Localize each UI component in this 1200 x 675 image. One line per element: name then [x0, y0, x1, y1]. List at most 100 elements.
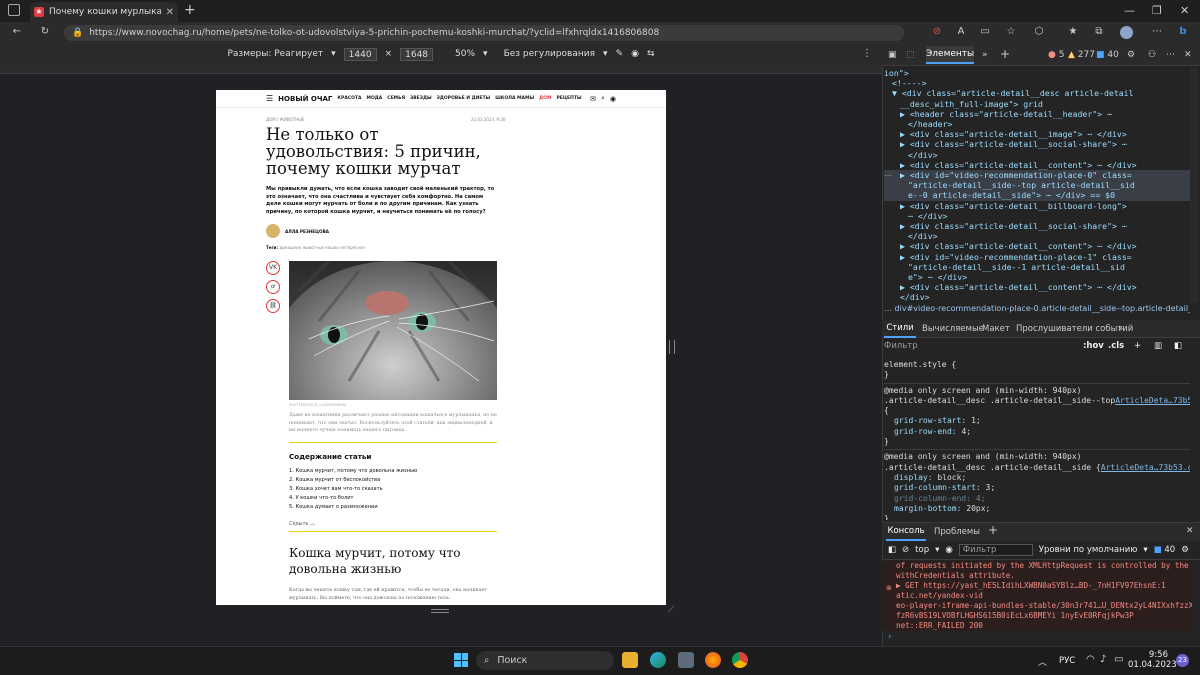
bottom-resize-handle[interactable]: [431, 609, 449, 613]
restore-icon[interactable]: ❐: [1152, 4, 1162, 17]
inspect-icon[interactable]: ⬚: [906, 50, 915, 60]
dom-node-line[interactable]: ▶ <div class="article-detail__content"> …: [884, 241, 1190, 251]
dom-node-line[interactable]: ▶ <header class="article-detail__header"…: [884, 109, 1190, 119]
add-tab-icon[interactable]: +: [1000, 47, 1010, 61]
source-link[interactable]: ArticleDeta…73b53.css:1: [1115, 396, 1190, 406]
toc-item[interactable]: 4. У кошки что-то болит: [289, 495, 354, 501]
start-icon[interactable]: [454, 653, 468, 667]
dom-node-line[interactable]: </div>: [884, 292, 1190, 302]
extensions-icon[interactable]: ⬡: [1032, 25, 1046, 39]
browser-tab[interactable]: ★ Почему кошки мурлыкают — пя ✕: [30, 2, 178, 22]
toc-item[interactable]: 1. Кошка мурчит, потому что довольна жиз…: [289, 468, 417, 474]
tab-event-listeners[interactable]: Прослушиватели событий: [1016, 324, 1133, 334]
dom-scrollbar[interactable]: [1190, 68, 1198, 302]
favorite-icon[interactable]: ☆: [1004, 25, 1018, 39]
device-more-icon[interactable]: ⋮: [862, 48, 872, 59]
clear-console-icon[interactable]: ⊘: [902, 545, 909, 555]
back-icon[interactable]: ←: [10, 25, 24, 39]
new-tab-icon[interactable]: +: [184, 2, 196, 18]
css-declaration[interactable]: grid-row-end: 4;: [884, 427, 1190, 437]
toc-item[interactable]: 5. Кошка думает о размножении: [289, 504, 378, 510]
new-rule-icon[interactable]: +: [1134, 341, 1141, 351]
toc-item[interactable]: 3. Кошка хочет вам что-то сказать: [289, 486, 383, 492]
console-message-line[interactable]: eo-player-iframe-api-bundles-stable/30n3…: [896, 601, 1192, 611]
minimize-icon[interactable]: —: [1124, 4, 1135, 17]
hov-toggle[interactable]: :hov: [1083, 341, 1104, 351]
tab-computed[interactable]: Вычисляемые: [922, 324, 984, 334]
dom-node-line[interactable]: ▼ <div class="article-detail__desc artic…: [884, 88, 1190, 98]
tracking-icon[interactable]: ⊘: [930, 25, 944, 39]
nav-item[interactable]: КРАСОТА: [337, 96, 361, 101]
tab-console[interactable]: Консоль: [886, 523, 926, 541]
dom-node-line[interactable]: ▶ <div class="article-detail__social-sha…: [884, 221, 1190, 231]
more-tabs-icon[interactable]: »: [1118, 324, 1123, 334]
console-message-line[interactable]: fzR6vBS19LVOBfLHGHS615B0iEcLx6BMEYi 1nyE…: [896, 611, 1190, 621]
share-link-icon[interactable]: ⛓: [266, 299, 280, 313]
console-message-line[interactable]: withCredentials attribute.: [896, 571, 1190, 581]
user-icon[interactable]: ◉: [610, 95, 616, 103]
info-count[interactable]: ■ 40: [1096, 50, 1119, 60]
nav-item[interactable]: СЕМЬЯ: [387, 96, 405, 101]
zoom-select[interactable]: 50%: [455, 49, 475, 59]
nav-item-active[interactable]: ДОМ: [539, 96, 551, 101]
close-drawer-icon[interactable]: ✕: [1186, 526, 1194, 536]
dom-node-line[interactable]: __desc_with_full-image"> grid: [884, 99, 1190, 109]
tab-actions-icon[interactable]: [8, 4, 20, 16]
dom-node-line[interactable]: ▶ <div class="article-detail__social-sha…: [884, 139, 1190, 149]
reload-icon[interactable]: ↻: [38, 25, 52, 39]
more-tabs-icon[interactable]: »: [982, 50, 988, 60]
calculator-icon[interactable]: [678, 652, 694, 668]
site-logo[interactable]: НОВЫЙ ОЧАГ: [278, 95, 332, 103]
battery-icon[interactable]: ▭: [1114, 654, 1123, 665]
levels-select[interactable]: Уровни по умолчанию: [1039, 545, 1138, 555]
file-explorer-icon[interactable]: [622, 652, 638, 668]
dropper-icon[interactable]: ✎: [616, 49, 624, 59]
dimensions-select[interactable]: Размеры: Реагирует: [227, 49, 323, 59]
reader-icon[interactable]: ▭: [978, 25, 992, 39]
dom-tree[interactable]: ion"> <!----> ▼ <div class="article-detail…: [884, 68, 1190, 302]
profile-avatar[interactable]: [1120, 26, 1133, 39]
console-sidebar-icon[interactable]: ◧: [888, 545, 896, 555]
volume-icon[interactable]: ♪: [1100, 654, 1106, 665]
nav-item[interactable]: ШКОЛА МАМЫ: [495, 96, 534, 101]
bing-icon[interactable]: b: [1176, 25, 1190, 39]
chrome-icon[interactable]: [732, 652, 748, 668]
dom-node-line[interactable]: ▶ <div class="article-detail__content"> …: [884, 282, 1190, 292]
devtools-more-icon[interactable]: ⋯: [1166, 50, 1175, 60]
console-log[interactable]: of requests initiated by the XMLHttpRequ…: [882, 561, 1192, 631]
settings-icon[interactable]: ⚙: [1127, 50, 1135, 60]
notification-badge[interactable]: 23: [1176, 654, 1189, 667]
console-prompt[interactable]: ›: [888, 632, 892, 642]
dom-node-line[interactable]: e--0 article-detail__side"> ⋯ </div> == …: [884, 190, 1190, 201]
dom-node-line[interactable]: </div>: [884, 231, 1190, 241]
dom-node-line[interactable]: </div>: [884, 150, 1190, 160]
device-mode-icon[interactable]: ▣: [888, 50, 897, 60]
dom-node-line[interactable]: ▶ <div id="video-recommendation-place-0"…: [884, 170, 1190, 181]
dom-node-line[interactable]: ▶ <div class="article-detail__content"> …: [884, 160, 1190, 170]
cls-toggle[interactable]: .cls: [1108, 341, 1124, 351]
tab-styles[interactable]: Стили: [884, 320, 916, 338]
css-declaration[interactable]: margin-bottom: 20px;: [884, 504, 1190, 514]
dom-node-line[interactable]: ▶ <div class="article-detail__billboard-…: [884, 201, 1190, 211]
more-icon[interactable]: ⋯: [1150, 25, 1164, 39]
console-message-line[interactable]: of requests initiated by the XMLHttpRequ…: [896, 561, 1190, 571]
dom-node-line[interactable]: <!---->: [884, 78, 1190, 88]
favorites-bar-icon[interactable]: ★: [1066, 25, 1080, 39]
dom-node-line[interactable]: e"> ⋯ </div>: [884, 272, 1190, 282]
css-declaration[interactable]: grid-row-start: 1;: [884, 416, 1190, 426]
eye-icon[interactable]: ◉: [631, 49, 639, 59]
dom-breadcrumb[interactable]: … div#video-recommendation-place-0.artic…: [884, 304, 1190, 317]
url-field[interactable]: 🔒 https://www.novochag.ru/home/pets/ne-t…: [64, 25, 904, 41]
dom-node-line[interactable]: ion">: [884, 68, 1190, 78]
language-indicator[interactable]: РУС: [1059, 656, 1075, 666]
search-icon[interactable]: ⌕: [601, 94, 605, 103]
clock[interactable]: 9:56 01.04.2023: [1128, 650, 1177, 670]
dom-node-line[interactable]: </header>: [884, 119, 1190, 129]
author-name[interactable]: АЛЛА РЕЗНЕЦОВА: [285, 229, 329, 234]
dom-node-line[interactable]: "article-detail__side--top article-detai…: [884, 180, 1190, 191]
tag-list[interactable]: домашние животные кошки интересное: [279, 245, 365, 250]
styles-filter[interactable]: Фильтр :hov .cls + ▥ ◧: [884, 341, 1194, 355]
close-devtools-icon[interactable]: ✕: [1184, 50, 1192, 60]
paint-icon[interactable]: ▥: [1154, 341, 1162, 351]
article-breadcrumb[interactable]: ДОМ / ЖИВОТНЫЕ: [266, 117, 304, 122]
